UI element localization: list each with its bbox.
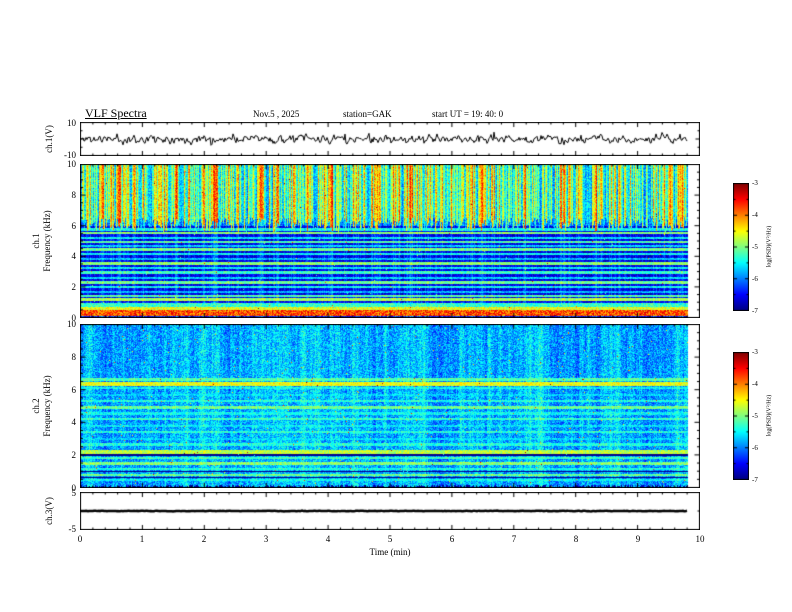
page-title: VLF Spectra (85, 106, 147, 120)
y-tick-label: 10 (67, 118, 76, 128)
y-tick-label: 5 (71, 488, 77, 498)
y-tick-label: 6 (71, 384, 77, 395)
x-tick-label: 3 (263, 534, 269, 544)
ch1-spectrogram-canvas (80, 164, 700, 318)
vlf-spectra-figure: VLF Spectra Nov.5 , 2025 station=GAK sta… (0, 0, 792, 612)
date-label: Nov.5 , 2025 (253, 109, 300, 119)
colorbar-ch1-canvas (733, 183, 749, 311)
y-tick-label: 4 (71, 251, 77, 262)
y-tick-label: 10 (67, 159, 76, 169)
x-tick-label: 9 (635, 534, 641, 544)
x-tick-label: 7 (511, 534, 517, 544)
y-tick-label: 6 (71, 220, 77, 231)
colorbar-tick-label: -5 (752, 243, 758, 251)
x-tick-label: 4 (325, 534, 331, 544)
ch1-spec-frequency-label: Frequency (kHz) (42, 210, 52, 272)
time-axis-label: Time (min) (369, 547, 411, 557)
y-tick-label: 8 (71, 351, 77, 362)
start-ut-label: start UT = 19: 40: 0 (432, 109, 504, 119)
ch3-wave-y-axis-label: ch.3(V) (44, 497, 54, 525)
y-tick-label: 2 (71, 450, 77, 461)
y-tick-label: 2 (71, 282, 77, 293)
station-label: station=GAK (343, 109, 392, 119)
y-tick-label: 4 (71, 417, 77, 428)
y-tick-label: -10 (64, 150, 76, 160)
colorbar-tick-label: -4 (752, 211, 758, 219)
x-tick-label: 8 (573, 534, 579, 544)
colorbar-tick-label: -3 (752, 179, 758, 187)
colorbar-tick-label: -4 (752, 380, 758, 388)
y-tick-label: -5 (68, 524, 77, 534)
y-tick-label: 8 (71, 189, 77, 200)
ch2-spectrogram-canvas (80, 324, 700, 488)
colorbar-tick-label: -6 (752, 275, 758, 283)
x-tick-label: 1 (139, 534, 145, 544)
y-tick-label: 10 (67, 319, 76, 329)
x-tick-label: 0 (77, 534, 83, 544)
x-tick-label: 2 (201, 534, 207, 544)
colorbar-ch2-unit-label: log(PSD)(V²/Hz) (766, 394, 773, 437)
x-tick-label: 5 (387, 534, 393, 544)
colorbar-ch1-unit-label: log(PSD)(V²/Hz) (766, 225, 773, 268)
ch1-spec-channel-label: ch.1 (31, 233, 41, 249)
ch3-waveform-canvas (80, 492, 700, 530)
colorbar-tick-label: -5 (752, 412, 758, 420)
colorbar-ch2-canvas (733, 352, 749, 480)
ch1-waveform-canvas (80, 122, 700, 156)
colorbar-tick-label: -7 (752, 476, 758, 484)
colorbar-tick-label: -7 (752, 307, 758, 315)
colorbar-tick-label: -6 (752, 444, 758, 452)
ch2-spec-channel-label: ch.2 (31, 398, 41, 414)
colorbar-tick-label: -3 (752, 348, 758, 356)
x-tick-label: 6 (449, 534, 455, 544)
x-tick-label: 10 (695, 534, 705, 544)
